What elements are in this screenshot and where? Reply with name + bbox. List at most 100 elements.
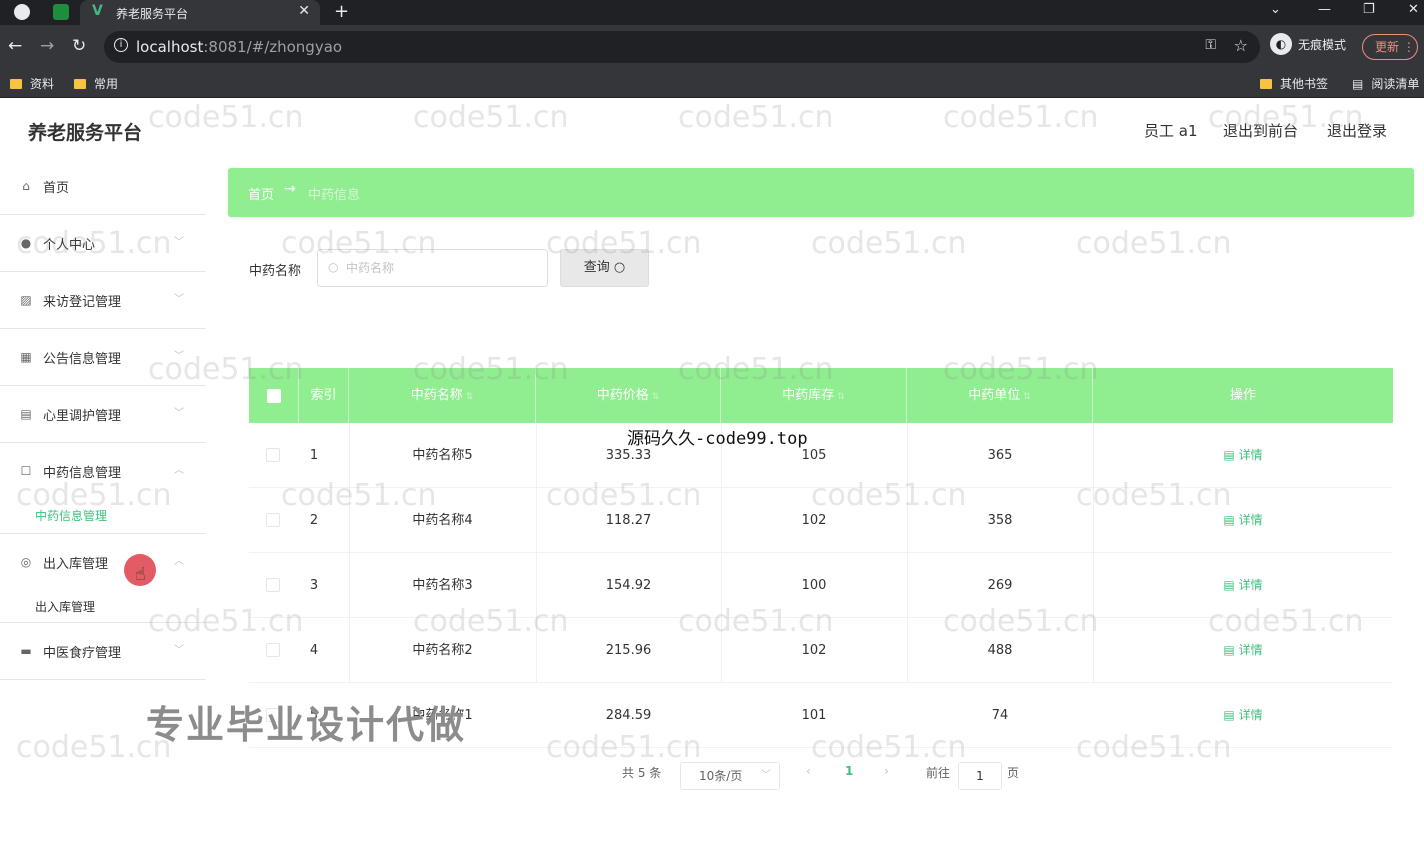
- row-checkbox[interactable]: [266, 513, 280, 527]
- window-close-icon[interactable]: ✕: [1408, 2, 1419, 17]
- incognito-label: 无痕模式: [1298, 37, 1347, 52]
- col-name[interactable]: 中药名称 ⇅: [349, 368, 536, 423]
- search-field[interactable]: ○: [317, 249, 548, 287]
- restore-icon[interactable]: ❐: [1363, 2, 1375, 17]
- close-tab-icon[interactable]: ✕: [298, 3, 310, 19]
- browser-tab-bar: V 养老服务平台 ✕ + ⌄ — ❐ ✕: [0, 0, 1424, 25]
- search-input[interactable]: [346, 258, 536, 278]
- page-size-select[interactable]: 10条/页 ﹀: [680, 762, 780, 790]
- site-info-icon[interactable]: i: [114, 38, 128, 52]
- back-to-front-link[interactable]: 退出到前台: [1223, 120, 1298, 141]
- select-all-checkbox[interactable]: [267, 389, 281, 403]
- table-row[interactable]: 2 中药名称4 118.27 102 358 ▤ 详情: [249, 488, 1393, 553]
- sidebar-item-diet[interactable]: ▬ 中医食疗管理 ﹀: [0, 623, 206, 680]
- chevron-down-icon: ﹀: [174, 294, 184, 305]
- breadcrumb-separator-icon: →: [284, 181, 296, 197]
- sidebar-item-visits[interactable]: ▨ 来访登记管理 ﹀: [0, 272, 206, 329]
- sidebar-item-home[interactable]: ⌂ 首页: [0, 158, 206, 215]
- breadcrumb-home[interactable]: 首页: [248, 184, 274, 203]
- current-user: 员工 a1: [1144, 122, 1198, 140]
- table-row[interactable]: 3 中药名称3 154.92 100 269 ▤ 详情: [249, 553, 1393, 618]
- hand-cursor-icon: ☝: [135, 564, 146, 585]
- active-tab[interactable]: V 养老服务平台 ✕: [80, 0, 320, 25]
- table-header: 索引 中药名称 ⇅ 中药价格 ⇅ 中药库存 ⇅ 中药单位 ⇅ 操作: [249, 368, 1393, 423]
- sidebar-item-herbs[interactable]: ☐ 中药信息管理 ︿ 中药信息管理: [0, 443, 206, 534]
- table-row[interactable]: 1 中药名称5 335.33 105 365 ▤ 详情: [249, 423, 1393, 488]
- clipboard-icon: ▤: [20, 407, 32, 421]
- tab-search-icon[interactable]: ⌄: [1270, 2, 1281, 17]
- circle-icon: ◎: [20, 555, 32, 569]
- browser-icon[interactable]: [14, 4, 30, 20]
- chevron-up-icon: ︿: [174, 465, 184, 476]
- detail-button[interactable]: ▤ 详情: [1093, 553, 1393, 618]
- detail-button[interactable]: ▤ 详情: [1093, 423, 1393, 488]
- row-checkbox[interactable]: [266, 448, 280, 462]
- incognito-icon: ◐: [1270, 33, 1292, 55]
- sheets-tab-icon[interactable]: [53, 4, 69, 20]
- folder-icon: [10, 78, 22, 89]
- sort-icon[interactable]: ⇅: [466, 392, 474, 402]
- watermark: code51.cn: [1076, 226, 1232, 261]
- col-price[interactable]: 中药价格 ⇅: [536, 368, 721, 423]
- logout-link[interactable]: 退出登录: [1327, 120, 1387, 141]
- watermark: code51.cn: [148, 100, 304, 135]
- minimize-icon[interactable]: —: [1318, 2, 1331, 17]
- submenu-herbs[interactable]: 中药信息管理: [35, 507, 107, 524]
- page-number-current[interactable]: 1: [845, 764, 853, 778]
- row-checkbox[interactable]: [266, 578, 280, 592]
- address-bar: ← → ↻ i localhost:8081/#/zhongyao ⚿ ☆ ◐ …: [0, 25, 1424, 69]
- document-icon: ▤: [1223, 643, 1235, 657]
- breadcrumb: 首页 → 中药信息: [228, 168, 1414, 217]
- bookmark-folder-ziliao[interactable]: 资料: [10, 75, 54, 92]
- home-icon: ⌂: [22, 179, 30, 193]
- sort-icon[interactable]: ⇅: [652, 392, 660, 402]
- sidebar: ⌂ 首页 ● 个人中心 ﹀ ▨ 来访登记管理 ﹀ ▦ 公告信息管理 ﹀ ▤ 心里…: [0, 158, 206, 680]
- user-icon: ●: [20, 236, 32, 250]
- reading-list[interactable]: ▤ 阅读清单: [1352, 75, 1419, 92]
- reload-icon[interactable]: ↻: [72, 36, 86, 56]
- row-checkbox[interactable]: [266, 643, 280, 657]
- sidebar-item-inout[interactable]: ◎ 出入库管理 ︿ 出入库管理: [0, 534, 206, 623]
- col-action: 操作: [1229, 388, 1256, 403]
- new-tab-button[interactable]: +: [334, 1, 349, 22]
- sidebar-item-psych[interactable]: ▤ 心里调护管理 ﹀: [0, 386, 206, 443]
- col-stock[interactable]: 中药库存 ⇅: [721, 368, 907, 423]
- chevron-down-icon: ﹀: [174, 351, 184, 362]
- prev-page-icon[interactable]: ‹: [806, 764, 811, 778]
- col-index: 索引: [299, 368, 349, 423]
- sort-icon[interactable]: ⇅: [837, 392, 845, 402]
- back-icon[interactable]: ←: [8, 36, 22, 56]
- other-bookmarks[interactable]: 其他书签: [1260, 75, 1328, 92]
- incognito-indicator[interactable]: ◐ 无痕模式: [1270, 33, 1346, 55]
- chevron-down-icon: ﹀: [174, 237, 184, 248]
- sort-icon[interactable]: ⇅: [1023, 392, 1031, 402]
- forward-icon[interactable]: →: [40, 36, 54, 56]
- herb-table: 索引 中药名称 ⇅ 中药价格 ⇅ 中药库存 ⇅ 中药单位 ⇅ 操作 1 中药名称5 33…: [249, 368, 1393, 748]
- watermark: code51.cn: [811, 226, 967, 261]
- sidebar-item-profile[interactable]: ● 个人中心 ﹀: [0, 215, 206, 272]
- sidebar-item-notices[interactable]: ▦ 公告信息管理 ﹀: [0, 329, 206, 386]
- search-button[interactable]: 查询 ○: [560, 249, 649, 287]
- detail-button[interactable]: ▤ 详情: [1093, 618, 1393, 683]
- col-unit[interactable]: 中药单位 ⇅: [907, 368, 1093, 423]
- breadcrumb-current: 中药信息: [308, 188, 361, 203]
- table-row[interactable]: 4 中药名称2 215.96 102 488 ▤ 详情: [249, 618, 1393, 683]
- submenu-inout[interactable]: 出入库管理: [35, 598, 95, 615]
- url-field[interactable]: i localhost:8081/#/zhongyao ⚿ ☆: [104, 31, 1260, 63]
- search-icon: ○: [328, 260, 339, 274]
- password-key-icon[interactable]: ⚿: [1205, 37, 1216, 53]
- folder-icon: [1260, 78, 1272, 89]
- next-page-icon[interactable]: ›: [884, 764, 889, 778]
- update-button[interactable]: 更新 ⋮: [1362, 34, 1418, 60]
- watermark: code51.cn: [678, 100, 834, 135]
- watermark: code51.cn: [943, 100, 1099, 135]
- detail-button[interactable]: ▤ 详情: [1093, 683, 1393, 748]
- bookmark-star-icon[interactable]: ☆: [1234, 36, 1248, 55]
- url-text: localhost:8081/#/zhongyao: [136, 38, 343, 56]
- detail-button[interactable]: ▤ 详情: [1093, 488, 1393, 553]
- chevron-down-icon: ﹀: [174, 408, 184, 419]
- caption-overlay: 源码久久-code99.top: [627, 429, 808, 449]
- bookmark-folder-changyong[interactable]: 常用: [74, 75, 118, 92]
- chart-icon: ▨: [20, 293, 32, 307]
- goto-page-input[interactable]: 1: [958, 762, 1002, 790]
